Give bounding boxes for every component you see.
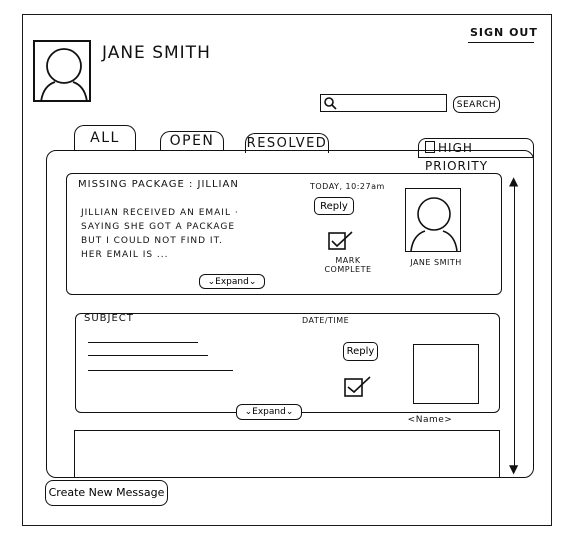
sender-name: JANE SMITH	[410, 258, 462, 267]
message-body-placeholder	[88, 342, 198, 343]
expand-label: Expand	[215, 276, 249, 287]
search-button[interactable]: SEARCH	[453, 96, 500, 113]
message-body-line: BUT I COULD NOT FIND IT.	[81, 236, 223, 246]
chevron-double-down-icon: ⌄	[248, 276, 257, 287]
create-message-button[interactable]: Create New Message	[45, 480, 168, 506]
message-body-line: HER EMAIL IS ...	[81, 250, 169, 260]
sign-out-underline	[468, 42, 534, 43]
avatar	[33, 40, 91, 102]
message-card[interactable]	[74, 430, 500, 478]
tab-all[interactable]: ALL	[74, 125, 136, 151]
user-avatar-icon	[40, 48, 88, 100]
message-body-placeholder	[88, 355, 208, 356]
sender-avatar	[413, 344, 479, 404]
user-name: JANE SMITH	[102, 43, 211, 63]
sender-name: <Name>	[407, 415, 453, 425]
search-icon	[324, 97, 337, 110]
checkbox-checked-icon[interactable]	[328, 230, 354, 252]
message-body-placeholder	[88, 370, 233, 371]
scrollbar[interactable]	[514, 182, 515, 468]
tab-open[interactable]: OPEN	[160, 131, 224, 151]
sender-avatar	[405, 188, 461, 252]
arrow-up-icon[interactable]: ▲	[509, 174, 518, 188]
reply-button[interactable]: Reply	[343, 342, 378, 361]
message-subject: SUBJECT	[84, 313, 134, 324]
expand-button[interactable]: ⌄Expand⌄	[199, 274, 265, 289]
message-timestamp: TODAY, 10:27am	[310, 182, 385, 191]
checkbox-checked-icon[interactable]	[344, 374, 372, 398]
message-body-line: SAYING SHE GOT A PACKAGE	[81, 222, 236, 232]
sign-out-link[interactable]: SIGN OUT	[470, 26, 538, 39]
expand-label: Expand	[252, 406, 286, 417]
message-body-line: JILLIAN RECEIVED AN EMAIL ·	[81, 208, 239, 218]
search-input[interactable]	[320, 94, 447, 112]
arrow-down-icon[interactable]: ▼	[509, 462, 518, 476]
message-timestamp: DATE/TIME	[302, 316, 350, 325]
expand-button[interactable]: ⌄Expand⌄	[236, 404, 302, 420]
user-avatar-icon	[410, 197, 458, 251]
message-subject: MISSING PACKAGE : JILLIAN	[78, 179, 239, 190]
chevron-double-down-icon: ⌄	[285, 406, 294, 417]
mark-complete-label: MARK COMPLETE	[324, 256, 372, 274]
reply-button[interactable]: Reply	[314, 197, 354, 215]
